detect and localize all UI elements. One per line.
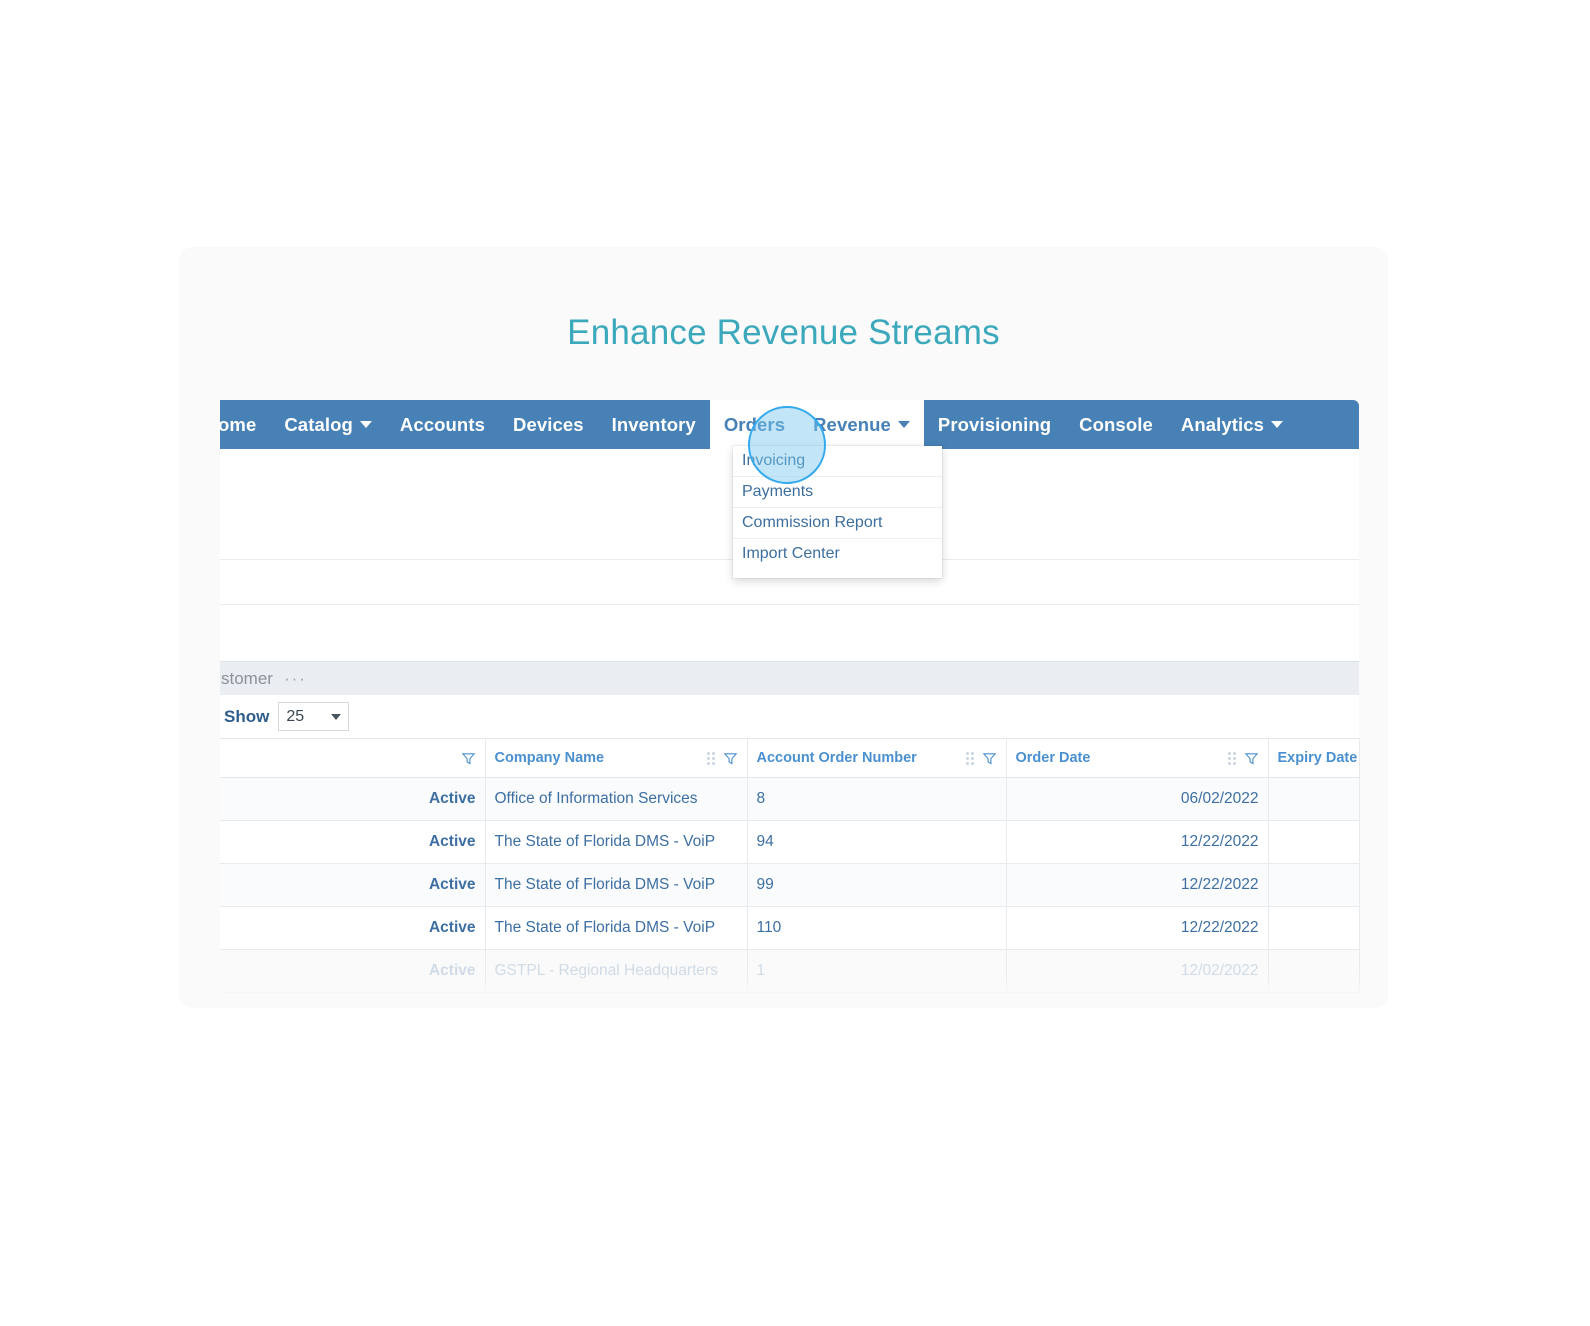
filter-icon[interactable] [461,751,476,766]
cell-company-name: The State of Florida DMS - VoiP [485,863,748,907]
nav-item-label: Devices [512,413,584,435]
table-row[interactable]: Active Office of Information Services 8 … [220,777,1360,821]
cell-expiry-date [1268,777,1360,821]
table-row[interactable]: Active The State of Florida DMS - VoiP 9… [220,863,1360,907]
cell-company-name: GSTPL - Regional Headquarters [485,949,748,993]
cell-company-name: Office of Information Services [485,777,748,821]
table-row[interactable]: Active GSTPL - Regional Headquarters 1 1… [220,949,1360,993]
cell-account-order-number: 94 [747,820,1007,864]
page-title: Enhance Revenue Streams [567,313,1000,352]
nav-item-label: Accounts [399,413,485,435]
nav-item-accounts[interactable]: Accounts [386,400,499,449]
table-toolbar: Show 25 [220,695,1359,738]
show-label: Show [224,706,270,726]
filter-icon[interactable] [1244,751,1259,766]
nav-item-label: Console [1079,413,1153,435]
dropdown-item-label: Import Center [742,545,840,562]
cell-status: Active [220,949,486,993]
dropdown-item-label: Payments [742,483,814,500]
nav-item-catalog[interactable]: Catalog [270,400,386,449]
cell-account-order-number: 8 [747,777,1007,821]
column-header-order-date[interactable]: Order Date [1006,738,1269,778]
nav-item-label: Orders [723,413,786,435]
nav-item-label: Analytics [1180,413,1265,435]
column-header-label: Order Date [1015,750,1091,766]
cell-company-name: The State of Florida DMS - VoiP [485,906,748,950]
nav-item-home[interactable]: ome [220,400,270,449]
cell-status: Active [220,820,486,864]
table-zone: stomer ··· Show 25 Company Name Account … [220,661,1360,993]
column-header-company-name[interactable]: Company Name [485,738,748,778]
chevron-down-icon [897,421,910,428]
nav-item-devices[interactable]: Devices [499,400,598,449]
dropdown-item-label: Commission Report [742,514,883,531]
app-card: Enhance Revenue Streams ome Catalog Acco… [179,247,1388,1008]
orders-table: Company Name Account Order Number Order … [220,738,1360,993]
cell-expiry-date [1268,863,1360,907]
column-header-label: Account Order Number [756,750,917,766]
drag-handle-icon[interactable] [1227,751,1236,765]
cell-account-order-number: 110 [747,906,1007,950]
filter-icon[interactable] [723,751,738,766]
dropdown-item-commission-report[interactable]: Commission Report [733,508,942,539]
chevron-down-icon [1271,421,1284,428]
app-viewport: ome Catalog Accounts Devices Inventory O… [220,399,1388,1008]
cell-order-date: 12/22/2022 [1006,906,1269,950]
nav-item-label: Provisioning [937,413,1052,435]
column-header-expiry-date[interactable]: Expiry Date [1268,738,1360,778]
page-size-select[interactable]: 25 [278,702,350,731]
cell-status: Active [220,863,486,907]
cell-company-name: The State of Florida DMS - VoiP [485,820,748,864]
column-header-status[interactable] [220,738,486,778]
chevron-down-icon [331,713,342,720]
table-row[interactable]: Active The State of Florida DMS - VoiP 9… [220,820,1360,864]
column-header-label: Expiry Date [1277,750,1358,766]
nav-item-console[interactable]: Console [1065,400,1167,449]
page-size-value: 25 [286,707,305,725]
nav-item-label: ome [220,413,257,435]
nav-item-revenue[interactable]: Revenue [799,400,924,449]
drag-handle-icon[interactable] [965,751,974,765]
revenue-dropdown-menu[interactable]: Invoicing Payments Commission Report Imp… [733,446,942,578]
nav-item-analytics[interactable]: Analytics [1167,400,1297,449]
column-header-label: Company Name [494,750,605,766]
main-navigation[interactable]: ome Catalog Accounts Devices Inventory O… [220,400,1359,449]
nav-item-label: Revenue [813,413,891,435]
breadcrumb[interactable]: stomer ··· [220,661,1359,695]
drag-handle-icon[interactable] [706,751,715,765]
nav-item-inventory[interactable]: Inventory [598,400,710,449]
breadcrumb-overflow-icon[interactable]: ··· [284,669,307,689]
cell-account-order-number: 99 [747,863,1007,907]
content-divider [220,604,1359,605]
dropdown-item-import-center[interactable]: Import Center [733,539,942,569]
table-row[interactable]: Active The State of Florida DMS - VoiP 1… [220,906,1360,950]
nav-item-label: Catalog [284,413,353,435]
nav-item-provisioning[interactable]: Provisioning [924,400,1065,449]
cell-expiry-date [1268,949,1360,993]
cell-status: Active [220,777,486,821]
dropdown-item-invoicing[interactable]: Invoicing [733,446,942,477]
dropdown-item-label: Invoicing [742,452,806,469]
cell-expiry-date [1268,906,1360,950]
cell-order-date: 12/22/2022 [1006,863,1269,907]
nav-item-label: Inventory [611,413,696,435]
cell-order-date: 12/22/2022 [1006,820,1269,864]
cell-order-date: 06/02/2022 [1006,777,1269,821]
table-header-row: Company Name Account Order Number Order … [220,738,1360,778]
breadcrumb-label: stomer [221,668,273,688]
filter-icon[interactable] [982,751,997,766]
cell-order-date: 12/02/2022 [1006,949,1269,993]
dropdown-item-payments[interactable]: Payments [733,477,942,508]
nav-item-orders[interactable]: Orders [709,400,800,449]
cell-status: Active [220,906,486,950]
cell-account-order-number: 1 [747,949,1007,993]
column-header-account-order-number[interactable]: Account Order Number [747,738,1007,778]
cell-expiry-date [1268,820,1360,864]
chevron-down-icon [359,421,372,428]
